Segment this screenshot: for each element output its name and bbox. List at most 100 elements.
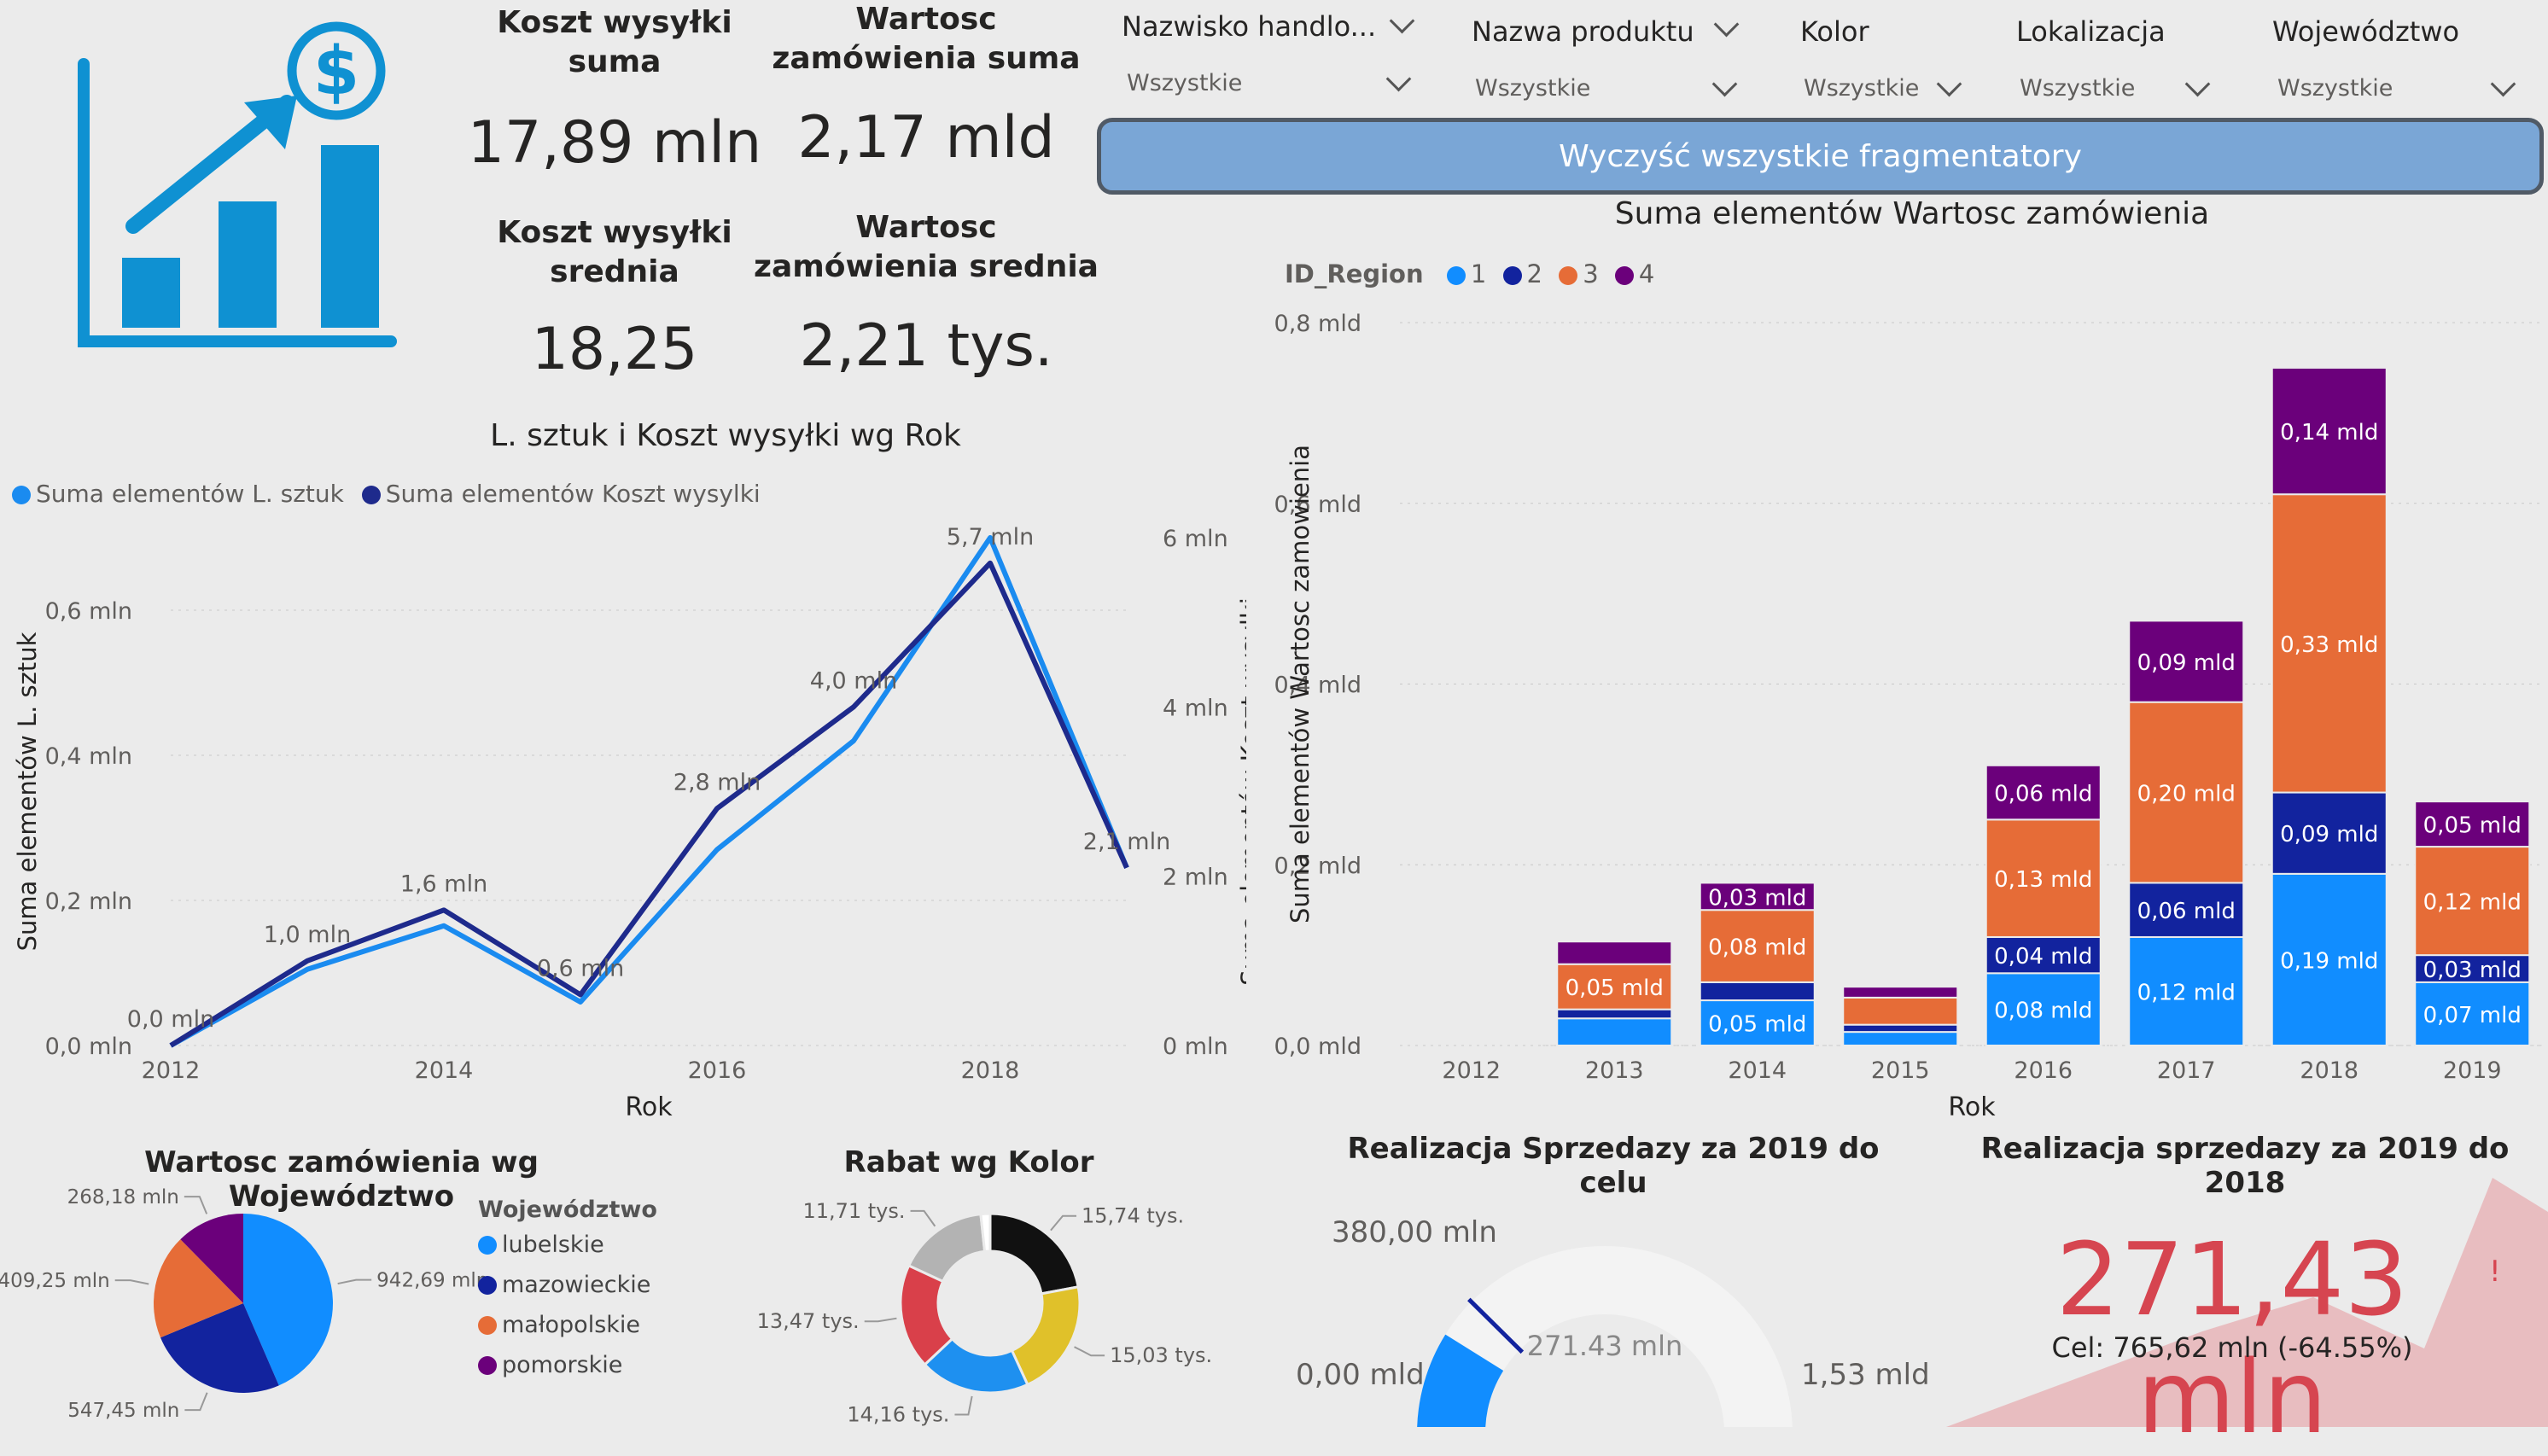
slicer-nazwa-produktu[interactable]: Nazwa produktu Wszystkie [1468, 3, 1750, 106]
leader-line [910, 1209, 936, 1227]
bar-segment-region-2[interactable] [1699, 981, 1816, 1002]
slicer-value[interactable]: Wszystkie [2277, 75, 2393, 102]
data-label: 0,19 mld [2280, 948, 2378, 974]
slicer-value[interactable]: Wszystkie [1804, 75, 1919, 102]
series-line-koszt[interactable] [169, 560, 1129, 1048]
legend-label: małopolskie [502, 1312, 641, 1338]
y-axis-title: Suma elementów L. sztuk [13, 632, 42, 951]
data-label: 2,8 mln [673, 769, 761, 795]
y-tick-label: 0,2 mln [45, 888, 132, 915]
gauge-target-label: 380,00 mln [1332, 1215, 1497, 1249]
svg-text:$: $ [313, 33, 359, 110]
leader-line [184, 1392, 208, 1412]
leader-line [114, 1279, 149, 1285]
data-label: 409,25 mln [0, 1270, 110, 1292]
data-label: 2,1 mln [1083, 829, 1170, 855]
data-label: 4,0 mln [810, 667, 897, 694]
slicer-value[interactable]: Wszystkie [1127, 70, 1242, 96]
legend-item-koszt[interactable]: Suma elementów Koszt wysylki [361, 480, 761, 508]
card-title: Realizacja sprzedazy za 2019 do 2018 [1980, 1132, 2510, 1200]
slicer-lokalizacja[interactable]: Lokalizacja Wszystkie [2014, 3, 2219, 106]
legend-item-l-sztuk[interactable]: Suma elementów L. sztuk [12, 480, 344, 508]
bar-segment-region-2[interactable] [1556, 1008, 1673, 1020]
bar-segment-region-4[interactable] [1556, 941, 1673, 965]
chevron-down-icon[interactable] [1389, 8, 1415, 34]
chevron-down-icon[interactable] [1711, 71, 1738, 97]
legend-dot [1559, 266, 1578, 285]
kpi-wartosc-srednia-value: 2,21 tys. [799, 312, 1053, 380]
data-label: 0,04 mld [1994, 944, 2092, 970]
legend-item-region-2[interactable]: 2 [1502, 259, 1542, 288]
chevron-down-icon[interactable] [1713, 11, 1740, 38]
bar-chart-legend: ID_Region 1 2 3 4 [1285, 259, 1654, 288]
legend-item-region-4[interactable]: 4 [1614, 259, 1654, 288]
legend-item-mazowieckie[interactable]: mazowieckie [478, 1272, 657, 1298]
x-tick-label: 2014 [1728, 1057, 1787, 1084]
legend-item-pomorskie[interactable]: pomorskie [478, 1352, 657, 1378]
x-tick-label: 2012 [1442, 1057, 1501, 1084]
slicer-title: Województwo [2272, 15, 2460, 48]
data-label: 0,09 mld [2137, 650, 2236, 676]
slicer-wojewodztwo[interactable]: Województwo Wszystkie [2271, 3, 2527, 106]
donut-slice[interactable] [907, 1212, 987, 1284]
data-label: 0,6 mln [537, 956, 624, 982]
series-line-l-sztuk[interactable] [169, 535, 1129, 1048]
kpi-wartosc-suma-label: Wartosc zamówienia suma [772, 2, 1081, 76]
data-label: 1,6 mln [400, 871, 487, 897]
data-label: 0,20 mld [2137, 782, 2236, 807]
legend-item-region-1[interactable]: 1 [1446, 259, 1486, 288]
data-label: 0,03 mld [2423, 958, 2522, 983]
legend-item-region-3[interactable]: 3 [1559, 259, 1599, 288]
growth-chart-dollar-icon: $ [73, 17, 398, 350]
data-label: 11,71 tys. [802, 1199, 905, 1223]
legend-dot [478, 1276, 497, 1295]
data-label: 0,09 mld [2280, 822, 2378, 847]
chevron-down-icon[interactable] [1936, 71, 1962, 97]
donut-chart-title: Rabat wg Kolor [843, 1145, 1094, 1179]
legend-dot [478, 1316, 497, 1335]
data-label: 5,7 mln [947, 524, 1034, 550]
leader-line [1050, 1214, 1077, 1232]
clear-all-slicers-button[interactable]: Wyczyść wszystkie fragmentatory [1097, 118, 2544, 195]
leader-line [1074, 1346, 1105, 1357]
slicer-value[interactable]: Wszystkie [1475, 75, 1590, 102]
donut-slice[interactable] [988, 1212, 1080, 1296]
data-label: 0,06 mld [1994, 782, 2092, 807]
bar-segment-region-1[interactable] [1556, 1017, 1673, 1046]
slicer-kolor[interactable]: Kolor Wszystkie [1797, 3, 1968, 106]
x-tick-label: 2015 [1871, 1057, 1930, 1084]
legend-title: Województwo [478, 1197, 657, 1223]
pie-chart: 942,69 mln 547,45 mln 409,25 mln 268,18 mln [0, 1186, 488, 1422]
x-tick-label: 2016 [688, 1057, 747, 1084]
chevron-down-icon[interactable] [2490, 71, 2516, 97]
legend-dot [361, 486, 381, 504]
legend-dot [1614, 266, 1634, 285]
legend-title: ID_Region [1285, 259, 1424, 288]
kpi-wartosc-srednia-label: Wartosc zamówienia srednia [754, 210, 1099, 284]
y2-tick-label: 4 mln [1163, 695, 1228, 721]
bar-segment-region-1[interactable] [1842, 1031, 1959, 1047]
chevron-down-icon[interactable] [1385, 66, 1412, 92]
data-label: 0,07 mld [2423, 1003, 2522, 1028]
slicer-nazwisko-handlowca[interactable]: Nazwisko handlo... Wszystkie [1118, 3, 1426, 106]
leader-line [337, 1278, 372, 1285]
legend-dot [1502, 266, 1522, 285]
bar-segment-region-3[interactable] [1842, 996, 1959, 1026]
bar-segment-region-2[interactable] [1842, 1023, 1959, 1034]
x-tick-label: 2014 [415, 1057, 474, 1084]
kpi-koszt-srednia-value: 18,25 [531, 316, 698, 383]
data-label: 0,05 mld [2423, 813, 2522, 839]
data-label: 942,69 mln [376, 1270, 488, 1292]
data-label: 0,05 mld [1708, 1012, 1806, 1038]
line-chart-title: L. sztuk i Koszt wysyłki wg Rok [490, 418, 961, 453]
legend-item-malopolskie[interactable]: małopolskie [478, 1312, 657, 1338]
slicer-value[interactable]: Wszystkie [2020, 75, 2135, 102]
legend-item-lubelskie[interactable]: lubelskie [478, 1232, 657, 1258]
slicer-title: Kolor [1800, 15, 1869, 48]
chevron-down-icon[interactable] [2184, 71, 2211, 97]
bar-segment-region-4[interactable] [1842, 986, 1959, 999]
stacked-bar-chart: 0,0 mld0,2 mld0,4 mld0,6 mld0,8 mld2012 2… [1274, 311, 2544, 1122]
data-label: 0,12 mld [2137, 980, 2236, 1005]
y2-tick-label: 2 mln [1163, 865, 1228, 891]
leader-line [184, 1196, 208, 1214]
